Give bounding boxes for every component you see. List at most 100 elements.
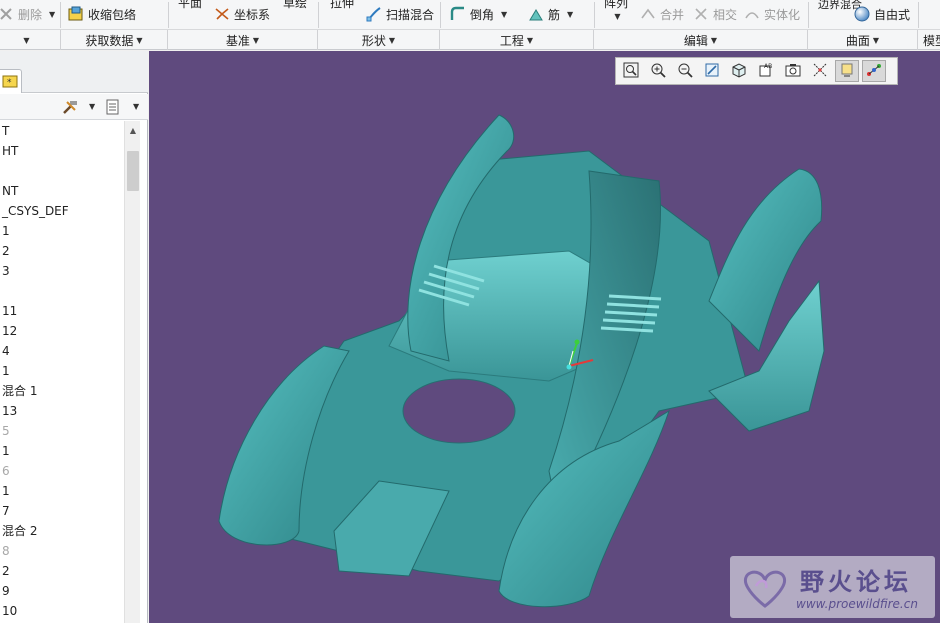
refit-button[interactable] <box>619 60 643 82</box>
ribbon: 删除 ▼ 收缩包络 平面 坐标系 草绘 拉伸 扫描混合 倒角 ▼ 筋 ▼ 阵列 … <box>0 0 940 50</box>
annotation-display-button[interactable] <box>862 60 886 82</box>
group-shapes[interactable]: 形状 ▼ <box>318 30 440 50</box>
tree-item[interactable] <box>0 281 124 301</box>
tree-item[interactable]: 13 <box>0 401 124 421</box>
round-icon <box>450 6 466 22</box>
divider <box>440 2 441 28</box>
tree-item[interactable]: 8 <box>0 541 124 561</box>
boundary-blend-button[interactable]: 边界混合 <box>818 0 862 10</box>
tree-item[interactable]: 12 <box>0 321 124 341</box>
divider <box>918 2 919 28</box>
pattern-button[interactable]: 阵列 ▼ <box>604 0 628 23</box>
chevron-down-icon: ▼ <box>614 12 621 21</box>
annotation-display-icon <box>866 62 882 81</box>
intersect-button[interactable]: 相交 <box>693 3 737 25</box>
svg-text:AB: AB <box>764 63 772 70</box>
zoom-in-button[interactable] <box>646 60 670 82</box>
chevron-down-icon: ▼ <box>388 35 396 45</box>
divider <box>60 2 61 28</box>
tree-item[interactable]: 混合 2 <box>0 521 124 541</box>
show-menu-icon[interactable] <box>105 99 121 115</box>
swept-blend-button[interactable]: 扫描混合 <box>366 3 434 25</box>
group-datum[interactable]: 基准 ▼ <box>168 30 318 50</box>
solidify-button[interactable]: 实体化 <box>744 3 800 25</box>
repaint-button[interactable] <box>700 60 724 82</box>
extrude-button[interactable]: 拉伸 <box>330 0 354 10</box>
round-button[interactable]: 倒角 ▼ <box>450 3 507 25</box>
car-body-model[interactable] <box>149 51 940 623</box>
tree-item[interactable]: 2 <box>0 561 124 581</box>
group-model-intent[interactable]: 模型 <box>918 30 940 50</box>
plane-button[interactable]: 平面 <box>178 0 202 10</box>
shrinkwrap-button[interactable]: 收缩包络 <box>68 3 136 25</box>
folder-star-icon: * <box>2 73 18 89</box>
tree-item[interactable]: _CSYS_DEF <box>0 201 124 221</box>
group-surfaces[interactable]: 曲面 ▼ <box>808 30 918 50</box>
app-window: 删除 ▼ 收缩包络 平面 坐标系 草绘 拉伸 扫描混合 倒角 ▼ 筋 ▼ 阵列 … <box>0 0 940 623</box>
group-operations[interactable]: ▼ <box>0 30 61 50</box>
chevron-down-icon: ▼ <box>23 35 30 45</box>
forum-watermark: 野火论坛 www.proewildfire.cn <box>730 556 935 618</box>
rib-button[interactable]: 筋 ▼ <box>528 3 573 25</box>
chevron-down-icon[interactable]: ▼ <box>133 102 139 111</box>
tab-model-tree[interactable]: * <box>0 69 22 93</box>
tree-tools-icon[interactable] <box>62 99 78 115</box>
zoom-out-icon <box>677 62 693 81</box>
sketch-button[interactable]: 草绘 <box>283 0 307 10</box>
divider <box>318 2 319 28</box>
model-tree-panel: * ▼ ▼ T HT NT _CSYS_DEF 1 2 3 11 12 4 1 混合 1 13 5 1 6 1 7… <box>0 51 148 623</box>
group-engineering[interactable]: 工程 ▼ <box>440 30 594 50</box>
tree-item[interactable]: 1 <box>0 481 124 501</box>
tree-item[interactable]: 4 <box>0 341 124 361</box>
tree-item[interactable]: HT <box>0 141 124 161</box>
tree-item[interactable]: 6 <box>0 461 124 481</box>
tree-item[interactable]: 5 <box>0 421 124 441</box>
tree-item[interactable]: 2 <box>0 241 124 261</box>
view-manager-button[interactable] <box>781 60 805 82</box>
model-tree: T HT NT _CSYS_DEF 1 2 3 11 12 4 1 混合 1 13 5 1 6 1 7 混合 282… <box>0 121 124 623</box>
tree-item[interactable]: 混合 1 <box>0 381 124 401</box>
shrinkwrap-icon <box>68 6 84 22</box>
scrollbar-thumb[interactable] <box>127 151 139 191</box>
tree-item[interactable]: 1 <box>0 441 124 461</box>
tree-item[interactable]: 7 <box>0 501 124 521</box>
tree-item[interactable]: 9 <box>0 581 124 601</box>
tree-item[interactable]: NT <box>0 181 124 201</box>
perspective-icon <box>812 62 828 81</box>
saved-orientations-button[interactable]: AB <box>754 60 778 82</box>
zoom-out-button[interactable] <box>673 60 697 82</box>
datum-display-icon <box>839 62 855 81</box>
csys-icon <box>214 6 230 22</box>
tree-item[interactable]: 10 <box>0 601 124 621</box>
csys-button[interactable]: 坐标系 <box>214 3 270 25</box>
datum-display-button[interactable] <box>835 60 859 82</box>
scroll-up-icon[interactable]: ▲ <box>125 121 141 139</box>
display-style-cube-icon <box>731 62 747 81</box>
saved-views-icon: AB <box>758 62 774 81</box>
view-toolbar: AB <box>615 57 898 85</box>
tree-item[interactable]: 1 <box>0 221 124 241</box>
merge-button[interactable]: 合并 <box>640 3 684 25</box>
group-editing[interactable]: 编辑 ▼ <box>594 30 808 50</box>
chevron-down-icon: ▼ <box>872 35 880 45</box>
chevron-down-icon[interactable]: ▼ <box>89 102 95 111</box>
chevron-down-icon: ▼ <box>567 9 574 19</box>
chevron-down-icon: ▼ <box>710 35 718 45</box>
tree-scrollbar[interactable]: ▲ <box>124 121 140 623</box>
group-get-data[interactable]: 获取数据 ▼ <box>61 30 168 50</box>
chevron-down-icon: ▼ <box>136 35 143 45</box>
perspective-button[interactable] <box>808 60 832 82</box>
display-style-button[interactable] <box>727 60 751 82</box>
tree-item[interactable] <box>0 161 124 181</box>
watermark-title: 野火论坛 <box>800 568 912 596</box>
tree-item[interactable]: 3 <box>0 261 124 281</box>
merge-icon <box>640 6 656 22</box>
freestyle-button[interactable]: 自由式 <box>854 3 910 25</box>
tree-item[interactable]: 1 <box>0 361 124 381</box>
tree-item[interactable]: 11 <box>0 301 124 321</box>
delete-button[interactable]: 删除 ▼ <box>0 3 55 25</box>
camera-icon <box>785 62 801 81</box>
divider <box>168 2 169 28</box>
graphics-viewport[interactable]: AB <box>149 51 940 623</box>
tree-item[interactable]: T <box>0 121 124 141</box>
